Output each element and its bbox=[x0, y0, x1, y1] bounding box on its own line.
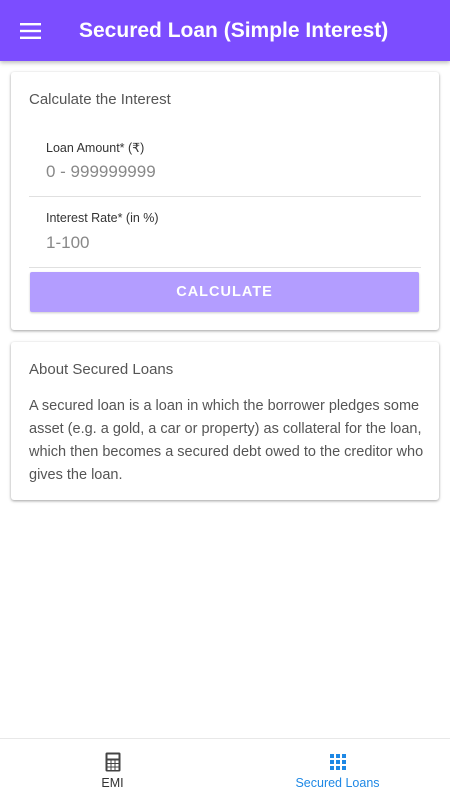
interest-rate-input[interactable] bbox=[46, 233, 406, 253]
calculator-card-title: Calculate the Interest bbox=[29, 91, 171, 108]
loan-amount-underline bbox=[29, 196, 421, 197]
grid-icon bbox=[329, 754, 346, 770]
nav-item-secured-loans-label: Secured Loans bbox=[295, 776, 380, 790]
nav-item-emi[interactable]: EMI bbox=[0, 739, 225, 800]
menu-button[interactable] bbox=[0, 0, 62, 61]
menu-icon bbox=[20, 22, 41, 39]
nav-item-secured-loans[interactable]: Secured Loans bbox=[225, 739, 450, 800]
calculator-icon bbox=[105, 752, 120, 772]
app-bar: Secured Loan (Simple Interest) bbox=[0, 0, 450, 61]
loan-amount-input[interactable] bbox=[46, 162, 406, 182]
page-title: Secured Loan (Simple Interest) bbox=[79, 18, 389, 42]
interest-rate-underline bbox=[29, 267, 421, 268]
about-description: A secured loan is a loan in which the bo… bbox=[29, 398, 424, 483]
nav-item-emi-label: EMI bbox=[101, 776, 124, 790]
calculate-button[interactable]: CALCULATE bbox=[30, 272, 419, 312]
calculator-card: Calculate the Interest Loan Amount* (₹) … bbox=[11, 72, 439, 330]
about-card-title: About Secured Loans bbox=[29, 361, 174, 378]
about-card: About Secured Loans A secured loan is a … bbox=[11, 342, 439, 500]
loan-amount-label: Loan Amount* (₹) bbox=[46, 141, 145, 155]
interest-rate-label: Interest Rate* (in %) bbox=[46, 211, 159, 225]
bottom-navigation: EMI Secured Loans bbox=[0, 738, 450, 800]
